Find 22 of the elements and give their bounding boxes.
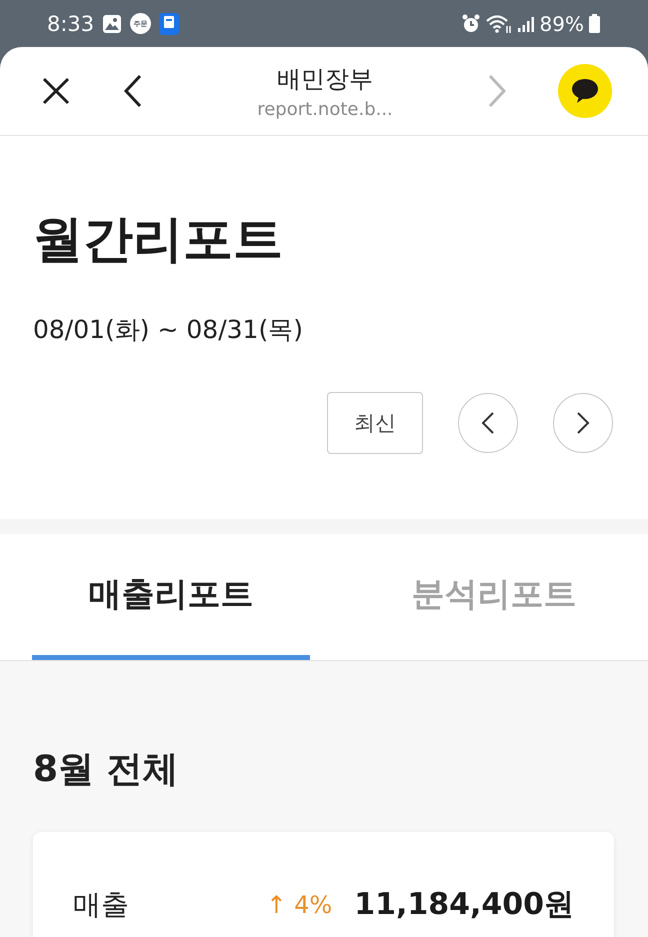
- speech-bubble-icon: [571, 78, 599, 104]
- page-title: 배민장부: [277, 64, 373, 94]
- battery-icon: [589, 14, 600, 33]
- chat-button[interactable]: [558, 64, 612, 118]
- sales-amount: 11,184,400원: [354, 886, 574, 924]
- change-rate: ↑ 4%: [266, 890, 332, 918]
- close-button[interactable]: [40, 75, 72, 107]
- chevron-left-icon: [481, 411, 495, 435]
- report-title: 월간리포트: [33, 209, 284, 270]
- alarm-icon: [460, 14, 481, 34]
- signal-icon: [516, 14, 535, 32]
- chevron-right-icon: [576, 411, 590, 435]
- report-period: 08/01(화) ~ 08/31(목): [33, 314, 304, 346]
- row-label: 매출: [73, 886, 130, 922]
- battery-percent: 89%: [540, 12, 584, 36]
- page-url: report.note.b...: [257, 98, 393, 120]
- wifi-icon: [486, 14, 512, 34]
- image-icon: [102, 14, 122, 34]
- app-icon: [159, 12, 180, 34]
- latest-button[interactable]: 최신: [327, 392, 423, 454]
- summary-heading: 8월 전체: [33, 748, 180, 792]
- status-time: 8:33: [47, 12, 94, 36]
